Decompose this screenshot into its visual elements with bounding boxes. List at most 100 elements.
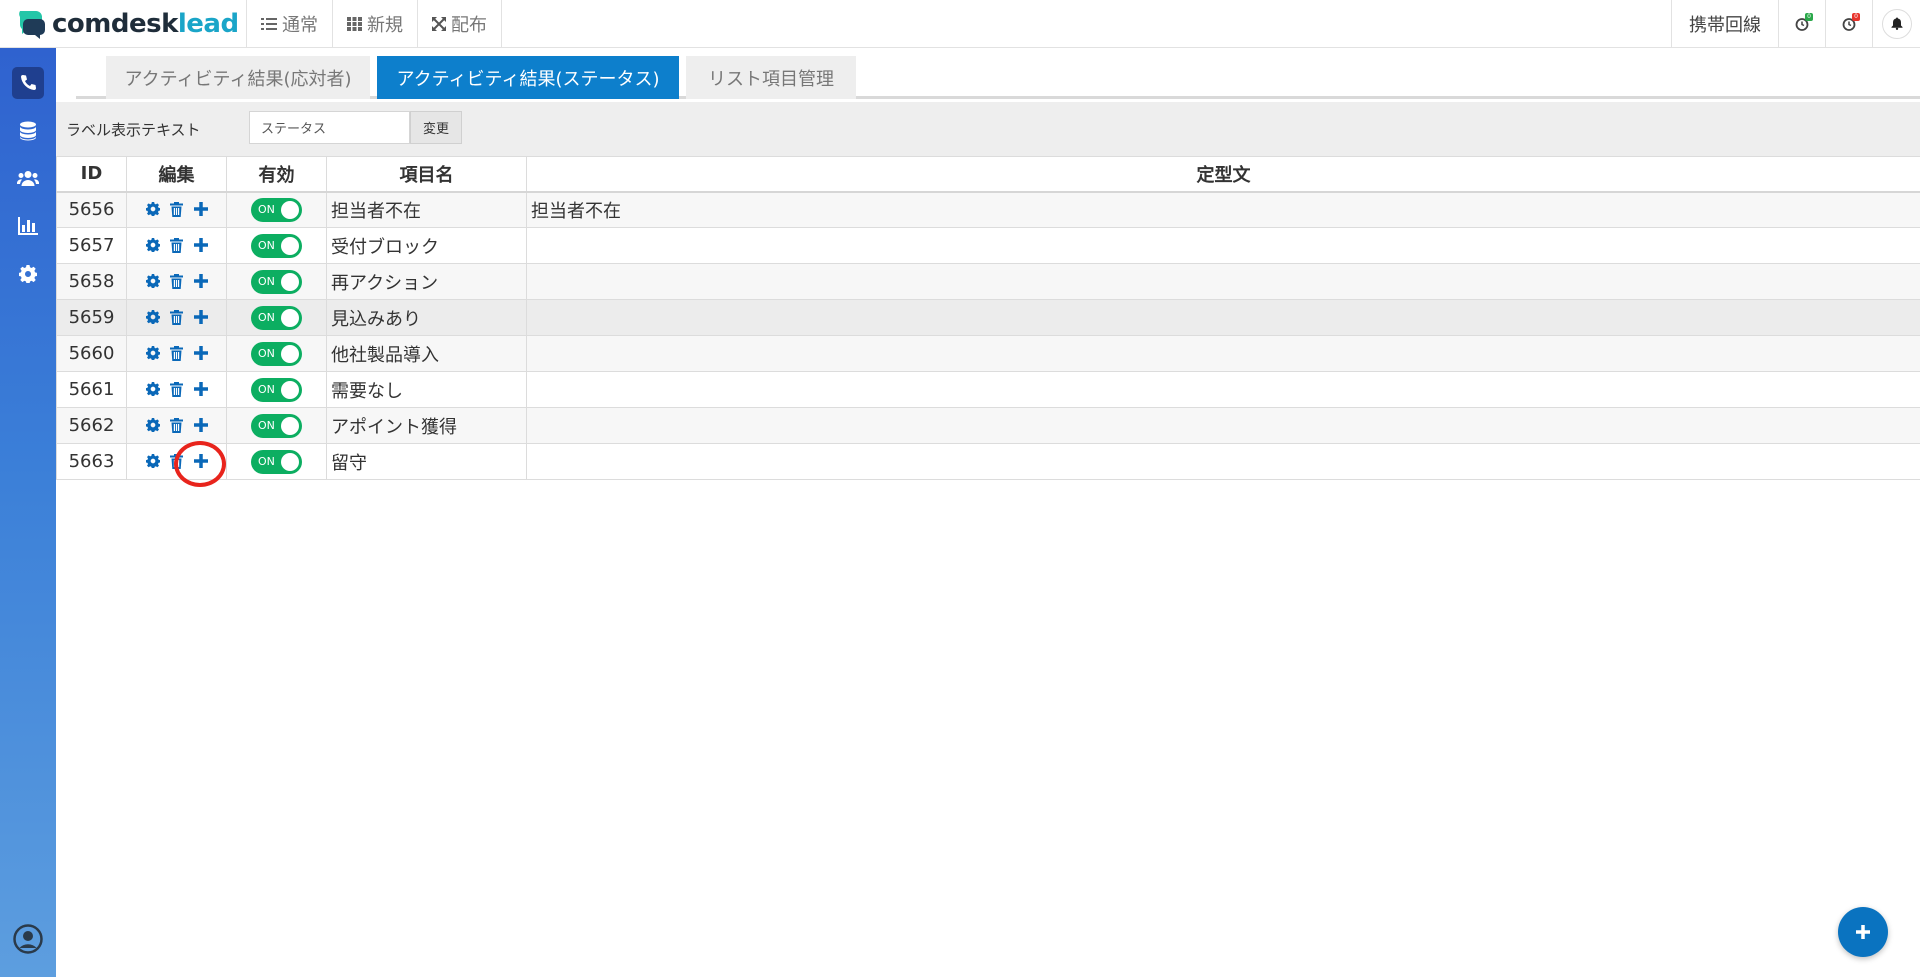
row-template[interactable] <box>526 335 1920 372</box>
gear-icon <box>19 265 37 283</box>
sidebar-item-phone[interactable] <box>12 67 44 99</box>
table-row: 5662 ON アポイント獲得 <box>56 407 1920 444</box>
header-template[interactable]: 定型文 <box>526 156 1920 193</box>
sidebar-item-reports[interactable] <box>12 210 44 242</box>
row-id: 5662 <box>56 407 127 444</box>
row-edit-actions <box>126 407 227 444</box>
edit-gear-icon[interactable] <box>145 273 161 289</box>
nav-normal[interactable]: 通常 <box>247 0 333 48</box>
add-plus-icon[interactable] <box>193 417 209 433</box>
mobile-line-button[interactable]: 携帯回線 <box>1671 0 1778 48</box>
row-template[interactable] <box>526 443 1920 480</box>
topbar-right: 携帯回線 0 0 <box>1671 0 1920 48</box>
add-plus-icon[interactable] <box>193 201 209 217</box>
enabled-toggle[interactable]: ON <box>251 449 302 474</box>
timer-green-button[interactable]: 0 <box>1778 0 1825 48</box>
row-item-name[interactable]: 見込みあり <box>326 299 527 336</box>
row-enabled: ON <box>226 263 327 300</box>
nav-new-label: 新規 <box>367 14 403 36</box>
sidebar <box>0 48 56 977</box>
change-button[interactable]: 変更 <box>410 111 462 144</box>
enabled-toggle[interactable]: ON <box>251 341 302 366</box>
tab-list-items-label: リスト項目管理 <box>708 68 834 90</box>
edit-gear-icon[interactable] <box>145 453 161 469</box>
edit-gear-icon[interactable] <box>145 381 161 397</box>
row-item-name[interactable]: アポイント獲得 <box>326 407 527 444</box>
row-edit-actions <box>126 335 227 372</box>
row-template[interactable] <box>526 263 1920 300</box>
enabled-toggle[interactable]: ON <box>251 413 302 438</box>
phone-icon <box>21 75 36 90</box>
row-template[interactable] <box>526 299 1920 336</box>
tab-activity-status[interactable]: アクティビティ結果(ステータス) <box>377 56 679 99</box>
row-edit-actions <box>126 299 227 336</box>
edit-gear-icon[interactable] <box>145 237 161 253</box>
enabled-toggle[interactable]: ON <box>251 305 302 330</box>
label-display-text-input[interactable] <box>249 111 410 144</box>
nav-distribute-label: 配布 <box>451 14 487 36</box>
add-plus-icon[interactable] <box>193 309 209 325</box>
sidebar-item-users[interactable] <box>12 162 44 194</box>
row-item-name[interactable]: 需要なし <box>326 371 527 408</box>
row-template[interactable]: 担当者不在 <box>526 191 1920 228</box>
row-item-name[interactable]: 他社製品導入 <box>326 335 527 372</box>
nav-new[interactable]: 新規 <box>333 0 418 48</box>
nav-normal-label: 通常 <box>282 14 318 36</box>
mobile-line-label: 携帯回線 <box>1689 14 1761 36</box>
add-plus-icon[interactable] <box>193 453 209 469</box>
toggle-knob <box>281 452 299 471</box>
edit-gear-icon[interactable] <box>145 201 161 217</box>
delete-trash-icon[interactable] <box>169 381 185 397</box>
nav-distribute[interactable]: 配布 <box>418 0 502 48</box>
row-item-name[interactable]: 受付ブロック <box>326 227 527 264</box>
edit-gear-icon[interactable] <box>145 417 161 433</box>
delete-trash-icon[interactable] <box>169 309 185 325</box>
toggle-knob <box>281 344 299 363</box>
chat-bubble-logo-icon <box>16 8 46 40</box>
user-circle-icon <box>13 924 43 954</box>
delete-trash-icon[interactable] <box>169 453 185 469</box>
edit-gear-icon[interactable] <box>145 345 161 361</box>
add-floating-button[interactable] <box>1838 907 1888 957</box>
row-template[interactable] <box>526 227 1920 264</box>
enabled-toggle[interactable]: ON <box>251 269 302 294</box>
sidebar-item-database[interactable] <box>12 115 44 147</box>
row-item-name[interactable]: 担当者不在 <box>326 191 527 228</box>
toggle-knob <box>281 380 299 399</box>
notification-button[interactable] <box>1872 0 1920 48</box>
delete-trash-icon[interactable] <box>169 417 185 433</box>
row-item-name[interactable]: 留守 <box>326 443 527 480</box>
header-item-name[interactable]: 項目名 <box>326 156 527 193</box>
toggle-on-label: ON <box>258 310 275 324</box>
delete-trash-icon[interactable] <box>169 237 185 253</box>
tab-activity-responder[interactable]: アクティビティ結果(応対者) <box>106 56 370 99</box>
toggle-on-label: ON <box>258 238 275 252</box>
logo[interactable]: comdesklead <box>0 0 247 48</box>
delete-trash-icon[interactable] <box>169 345 185 361</box>
row-item-name[interactable]: 再アクション <box>326 263 527 300</box>
add-plus-icon[interactable] <box>193 237 209 253</box>
enabled-toggle[interactable]: ON <box>251 197 302 222</box>
row-enabled: ON <box>226 371 327 408</box>
add-plus-icon[interactable] <box>193 273 209 289</box>
enabled-toggle[interactable]: ON <box>251 233 302 258</box>
timer-red-button[interactable]: 0 <box>1825 0 1872 48</box>
enabled-toggle[interactable]: ON <box>251 377 302 402</box>
add-plus-icon[interactable] <box>193 381 209 397</box>
user-account-button[interactable] <box>12 923 44 955</box>
delete-trash-icon[interactable] <box>169 273 185 289</box>
row-template[interactable] <box>526 371 1920 408</box>
row-enabled: ON <box>226 443 327 480</box>
toggle-knob <box>281 200 299 219</box>
delete-trash-icon[interactable] <box>169 201 185 217</box>
row-template[interactable] <box>526 407 1920 444</box>
header-id[interactable]: ID <box>56 156 127 193</box>
row-enabled: ON <box>226 227 327 264</box>
sidebar-item-settings[interactable] <box>12 258 44 290</box>
header-edit: 編集 <box>126 156 227 193</box>
edit-gear-icon[interactable] <box>145 309 161 325</box>
add-plus-icon[interactable] <box>193 345 209 361</box>
tab-list-items[interactable]: リスト項目管理 <box>686 56 856 99</box>
header-enabled[interactable]: 有効 <box>226 156 327 193</box>
row-id: 5660 <box>56 335 127 372</box>
